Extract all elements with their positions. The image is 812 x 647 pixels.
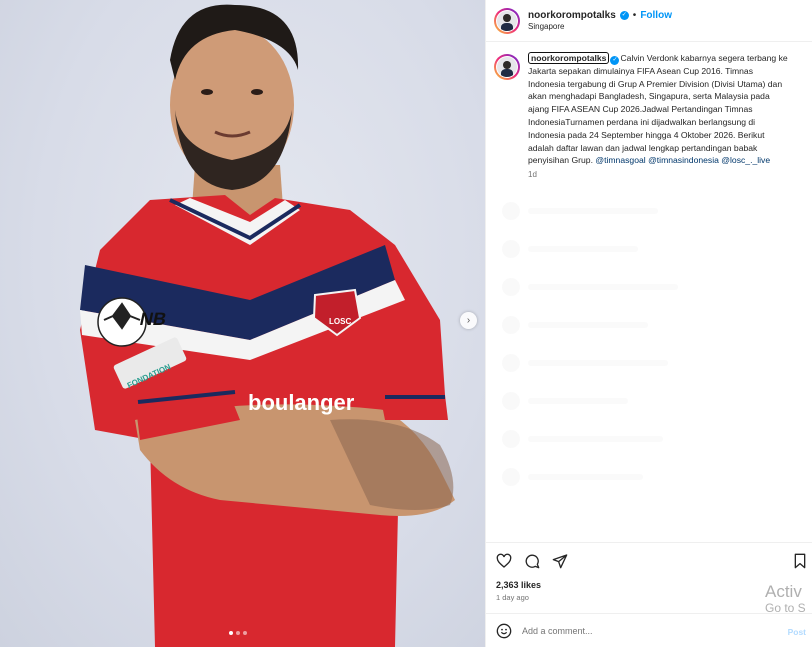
carousel-indicator bbox=[229, 631, 247, 635]
like-button[interactable] bbox=[495, 552, 513, 570]
sponsor-text: boulanger bbox=[248, 390, 355, 415]
post-caption: noorkorompotalks ✓ Calvin Verdonk kabarnya… bbox=[486, 42, 812, 179]
share-button[interactable] bbox=[551, 552, 569, 570]
mention-link[interactable]: @timnasgoal bbox=[595, 155, 645, 165]
post-comment-button[interactable]: Post bbox=[788, 627, 806, 637]
post-header: noorkorompotalks ✓ • Follow Singapore bbox=[486, 0, 812, 42]
club-badge-text: LOSC bbox=[329, 317, 351, 326]
post-side-panel: noorkorompotalks ✓ • Follow Singapore no… bbox=[485, 0, 812, 647]
author-avatar[interactable] bbox=[494, 7, 520, 34]
caption-text: Calvin Verdonk kabarnya segera terbang k… bbox=[528, 53, 788, 166]
save-button[interactable] bbox=[791, 552, 809, 570]
mention-link[interactable]: @timnasindonesia bbox=[648, 155, 719, 165]
bookmark-icon bbox=[794, 553, 806, 569]
svg-text:NB: NB bbox=[138, 309, 168, 329]
player-illustration: LOSC NB boulanger FONDATION bbox=[80, 4, 455, 647]
comment-button[interactable] bbox=[523, 552, 541, 570]
verified-badge-icon: ✓ bbox=[610, 55, 620, 65]
comment-icon bbox=[525, 554, 540, 569]
carousel-dot bbox=[236, 631, 240, 635]
paper-plane-icon bbox=[552, 554, 568, 569]
comment-input[interactable] bbox=[522, 625, 752, 636]
caption-age: 1d bbox=[528, 170, 537, 180]
follow-button[interactable]: Follow bbox=[640, 10, 672, 22]
likes-count[interactable]: 2,363 likes bbox=[486, 580, 812, 590]
comments-loading-placeholder bbox=[502, 202, 802, 506]
carousel-dot bbox=[229, 631, 233, 635]
comments-section: noorkorompotalks ✓ Calvin Verdonk kabarnya… bbox=[486, 42, 812, 542]
next-image-button[interactable]: › bbox=[460, 312, 477, 329]
author-username[interactable]: noorkorompotalks bbox=[528, 10, 616, 22]
post-timestamp[interactable]: 1 day ago bbox=[486, 593, 812, 602]
caption-username[interactable]: noorkorompotalks bbox=[528, 52, 610, 64]
emoji-icon[interactable] bbox=[496, 623, 512, 639]
comment-form: Post bbox=[486, 613, 812, 647]
post-actions-section: 2,363 likes 1 day ago bbox=[486, 542, 812, 602]
heart-icon bbox=[496, 553, 512, 568]
separator-bullet: • bbox=[632, 9, 637, 21]
instagram-post-modal: LOSC NB boulanger FONDATION › noorkoromp… bbox=[0, 0, 812, 647]
carousel-dot bbox=[243, 631, 247, 635]
chevron-right-icon: › bbox=[466, 315, 471, 326]
post-photo[interactable]: LOSC NB boulanger FONDATION › bbox=[0, 0, 485, 647]
action-bar bbox=[486, 543, 812, 579]
caption-avatar[interactable] bbox=[494, 54, 520, 80]
mention-link[interactable]: @losc_._live bbox=[721, 155, 770, 165]
location-link[interactable]: Singapore bbox=[528, 22, 672, 32]
verified-badge-icon: ✓ bbox=[619, 11, 629, 21]
